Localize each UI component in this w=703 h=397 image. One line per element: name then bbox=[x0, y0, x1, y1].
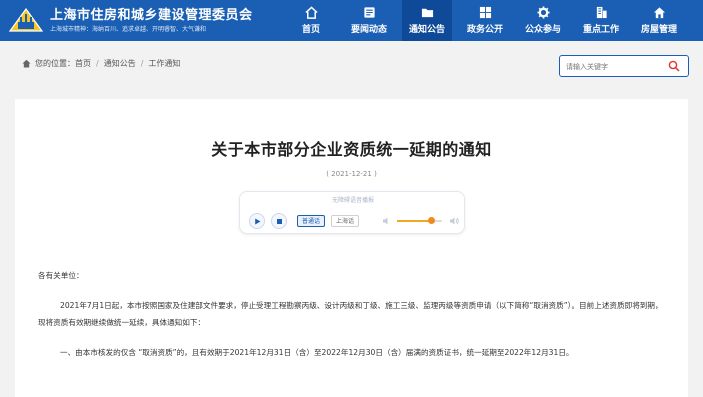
home-icon bbox=[22, 59, 31, 68]
volume-knob[interactable] bbox=[427, 217, 435, 224]
nav-item-disclosure[interactable]: 政务公开 bbox=[460, 0, 510, 41]
breadcrumb-separator: / bbox=[96, 59, 99, 68]
logo-icon[interactable] bbox=[8, 5, 44, 35]
nav-label: 公众参与 bbox=[524, 25, 561, 35]
news-icon bbox=[363, 7, 375, 18]
nav-label: 要闻动态 bbox=[350, 25, 387, 35]
search-icon[interactable] bbox=[668, 60, 680, 72]
breadcrumb: 您的位置： 首页 / 通知公告 / 工作通知 bbox=[22, 58, 180, 69]
nav-label: 房屋管理 bbox=[640, 25, 677, 35]
gear-icon bbox=[536, 6, 550, 19]
breadcrumb-prefix: 您的位置： bbox=[35, 59, 75, 68]
house-icon bbox=[653, 7, 665, 19]
search-box bbox=[559, 55, 689, 77]
player-caption: 无障碍语音播报 bbox=[331, 197, 374, 204]
folder-icon bbox=[421, 8, 433, 18]
volume-up-icon[interactable] bbox=[449, 216, 459, 226]
breadcrumb-separator: / bbox=[140, 59, 144, 68]
stop-button[interactable] bbox=[271, 213, 287, 229]
article-date: ( 2021-12-21 ) bbox=[326, 170, 377, 178]
breadcrumb-home-link[interactable]: 首页 bbox=[75, 58, 91, 69]
volume-fill bbox=[397, 220, 431, 222]
article-paragraph: 各有关单位： bbox=[38, 271, 84, 280]
org-name[interactable]: 上海市住房和城乡建设管理委员会 bbox=[50, 4, 253, 23]
article-paragraph: 一、由本市核发的仅含 “取消资质”的，且有效期于2021年12月31日（含）至2… bbox=[60, 348, 574, 357]
stop-icon bbox=[277, 219, 282, 224]
nav-item-news[interactable]: 要闻动态 bbox=[344, 0, 394, 41]
volume-slider[interactable] bbox=[397, 217, 442, 224]
top-header: 上海市住房和城乡建设管理委员会 上海城市精神：海纳百川、追求卓越、开明睿智、大气… bbox=[0, 0, 703, 41]
article-paragraph: 2021年7月1日起，本市按照国家及住建部文件要求，停止受理工程勘察丙级、设计丙… bbox=[38, 301, 663, 327]
home-icon bbox=[304, 6, 318, 19]
building-icon bbox=[596, 6, 607, 19]
nav-item-key-work[interactable]: 重点工作 bbox=[576, 0, 626, 41]
main-nav: 首页 要闻动态 通知公告 政务公开 公众参与 重点工作 房屋管理 bbox=[286, 0, 692, 41]
audio-player: 无障碍语音播报 普通话 上海话 bbox=[239, 191, 465, 234]
lang-mandarin-button[interactable]: 普通话 bbox=[297, 215, 326, 227]
grid-icon bbox=[479, 6, 491, 19]
breadcrumb-notices-link[interactable]: 通知公告 bbox=[104, 58, 136, 69]
nav-item-home[interactable]: 首页 bbox=[286, 0, 336, 41]
nav-label: 通知公告 bbox=[408, 25, 445, 35]
nav-label: 重点工作 bbox=[582, 25, 619, 35]
nav-item-participation[interactable]: 公众参与 bbox=[518, 0, 568, 41]
org-motto: 上海城市精神：海纳百川、追求卓越、开明睿智、大气谦和 bbox=[50, 26, 207, 33]
lang-shanghai-button[interactable]: 上海话 bbox=[331, 215, 360, 227]
volume-down-icon[interactable] bbox=[382, 216, 392, 226]
play-icon bbox=[255, 218, 261, 225]
breadcrumb-current[interactable]: 工作通知 bbox=[148, 58, 180, 69]
nav-label: 首页 bbox=[301, 25, 320, 35]
nav-item-notices[interactable]: 通知公告 bbox=[402, 0, 452, 41]
nav-label: 政务公开 bbox=[466, 25, 503, 35]
search-input[interactable] bbox=[566, 60, 666, 73]
play-button[interactable] bbox=[249, 213, 265, 229]
nav-item-housing[interactable]: 房屋管理 bbox=[634, 0, 684, 41]
article-title: 关于本市部分企业资质统一延期的通知 bbox=[211, 140, 492, 159]
